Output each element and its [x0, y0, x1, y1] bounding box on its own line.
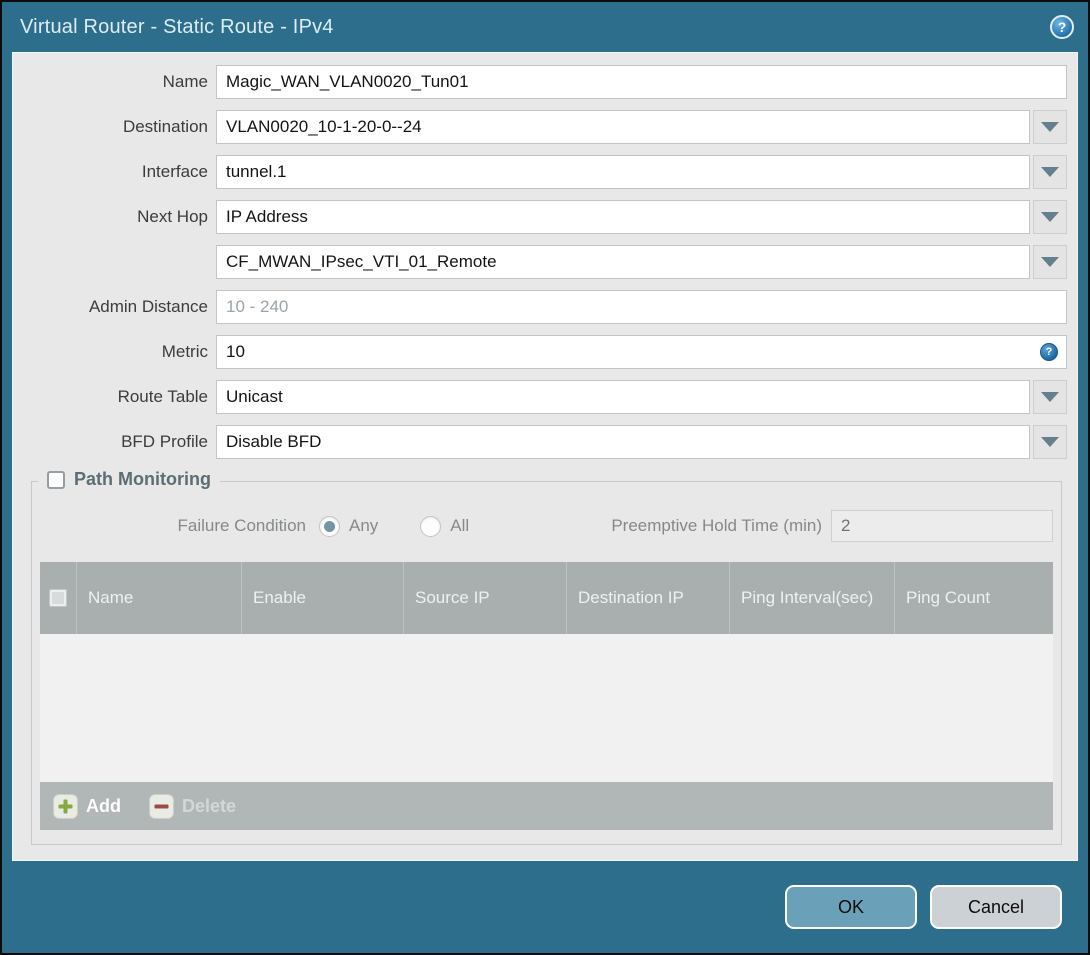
preemptive-hold-time-input[interactable]: [831, 510, 1053, 542]
route-table-dropdown-button[interactable]: [1033, 380, 1067, 414]
name-input[interactable]: [216, 65, 1067, 99]
metric-input[interactable]: [216, 335, 1067, 369]
chevron-down-icon: [1041, 257, 1059, 267]
row-next-hop-address: [13, 245, 1067, 279]
next-hop-type-input[interactable]: [216, 200, 1030, 234]
metric-label: Metric: [161, 342, 208, 361]
failure-condition-all-label: All: [450, 516, 470, 535]
route-table-label: Route Table: [117, 387, 208, 406]
chevron-down-icon: [1041, 122, 1059, 132]
column-header-ping-count: Ping Count: [894, 562, 1053, 634]
metric-field-wrap: ?: [216, 335, 1067, 369]
route-table-input[interactable]: [216, 380, 1030, 414]
delete-button[interactable]: Delete: [149, 793, 237, 819]
admin-distance-field-wrap: [216, 290, 1067, 324]
row-bfd-profile: BFD Profile: [13, 425, 1067, 459]
dialog-content: Name Destination Interface Next Hop: [12, 52, 1078, 861]
chevron-down-icon: [1041, 212, 1059, 222]
failure-condition-any-label: Any: [349, 516, 379, 535]
path-monitoring-group: Path Monitoring Failure Condition Any Al…: [31, 469, 1062, 845]
add-button-label: Add: [86, 795, 121, 816]
minus-icon: [149, 793, 174, 819]
column-header-source-ip: Source IP: [403, 562, 566, 634]
path-monitoring-legend: Path Monitoring: [38, 469, 220, 490]
next-hop-field-wrap: [216, 200, 1067, 234]
path-monitoring-checkbox[interactable]: [47, 470, 65, 489]
interface-input[interactable]: [216, 155, 1030, 189]
failure-condition-any-radio[interactable]: [319, 515, 340, 537]
name-field-wrap: [216, 65, 1067, 99]
dialog-window: Virtual Router - Static Route - IPv4 ? N…: [0, 0, 1090, 955]
destination-dropdown-button[interactable]: [1033, 110, 1067, 144]
column-header-name: Name: [76, 562, 241, 634]
name-label: Name: [162, 72, 208, 91]
next-hop-address-field-wrap: [216, 245, 1067, 279]
column-header-enable: Enable: [241, 562, 403, 634]
bfd-profile-field-wrap: [216, 425, 1067, 459]
bfd-profile-input[interactable]: [216, 425, 1030, 459]
bfd-profile-label: BFD Profile: [121, 432, 208, 451]
row-name: Name: [13, 65, 1067, 99]
ok-button[interactable]: OK: [785, 885, 917, 929]
path-monitoring-table: Name Enable Source IP Destination IP Pin…: [40, 562, 1053, 830]
column-header-destination-ip: Destination IP: [566, 562, 729, 634]
row-admin-distance: Admin Distance: [13, 290, 1067, 324]
destination-label: Destination: [122, 117, 208, 136]
add-button[interactable]: Add: [53, 793, 121, 819]
admin-distance-label: Admin Distance: [88, 297, 208, 316]
chevron-down-icon: [1041, 437, 1059, 447]
table-header-row: Name Enable Source IP Destination IP Pin…: [40, 562, 1053, 634]
path-monitoring-title: Path Monitoring: [74, 469, 211, 489]
row-metric: Metric ?: [13, 335, 1067, 369]
interface-dropdown-button[interactable]: [1033, 155, 1067, 189]
table-body-empty: [40, 634, 1053, 782]
failure-condition-label: Failure Condition: [177, 516, 306, 535]
bfd-profile-dropdown-button[interactable]: [1033, 425, 1067, 459]
route-table-field-wrap: [216, 380, 1067, 414]
dialog-footer: OK Cancel: [2, 861, 1088, 953]
next-hop-address-input[interactable]: [216, 245, 1030, 279]
destination-field-wrap: [216, 110, 1067, 144]
row-route-table: Route Table: [13, 380, 1067, 414]
chevron-down-icon: [1041, 167, 1059, 177]
destination-input[interactable]: [216, 110, 1030, 144]
failure-condition-row: Failure Condition Any All Preemptive Hol…: [40, 510, 1053, 542]
delete-button-label: Delete: [182, 795, 237, 816]
next-hop-label: Next Hop: [137, 207, 208, 226]
select-all-checkbox[interactable]: [49, 589, 67, 607]
interface-label: Interface: [141, 162, 208, 181]
interface-field-wrap: [216, 155, 1067, 189]
plus-icon: [53, 793, 78, 819]
next-hop-dropdown-button[interactable]: [1033, 200, 1067, 234]
table-toolbar: Add Delete: [40, 782, 1053, 830]
admin-distance-input[interactable]: [216, 290, 1067, 324]
title-bar: Virtual Router - Static Route - IPv4 ?: [2, 2, 1088, 52]
row-destination: Destination: [13, 110, 1067, 144]
header-select-all-cell: [40, 562, 76, 634]
failure-condition-all-radio[interactable]: [420, 515, 442, 537]
help-icon[interactable]: ?: [1050, 15, 1074, 39]
chevron-down-icon: [1041, 392, 1059, 402]
row-interface: Interface: [13, 155, 1067, 189]
next-hop-address-dropdown-button[interactable]: [1033, 245, 1067, 279]
column-header-ping-interval: Ping Interval(sec): [729, 562, 894, 634]
row-next-hop: Next Hop: [13, 200, 1067, 234]
cancel-button[interactable]: Cancel: [930, 885, 1062, 929]
preemptive-hold-time-label: Preemptive Hold Time (min): [611, 516, 822, 535]
metric-help-icon[interactable]: ?: [1040, 343, 1058, 361]
page-title: Virtual Router - Static Route - IPv4: [20, 15, 334, 38]
